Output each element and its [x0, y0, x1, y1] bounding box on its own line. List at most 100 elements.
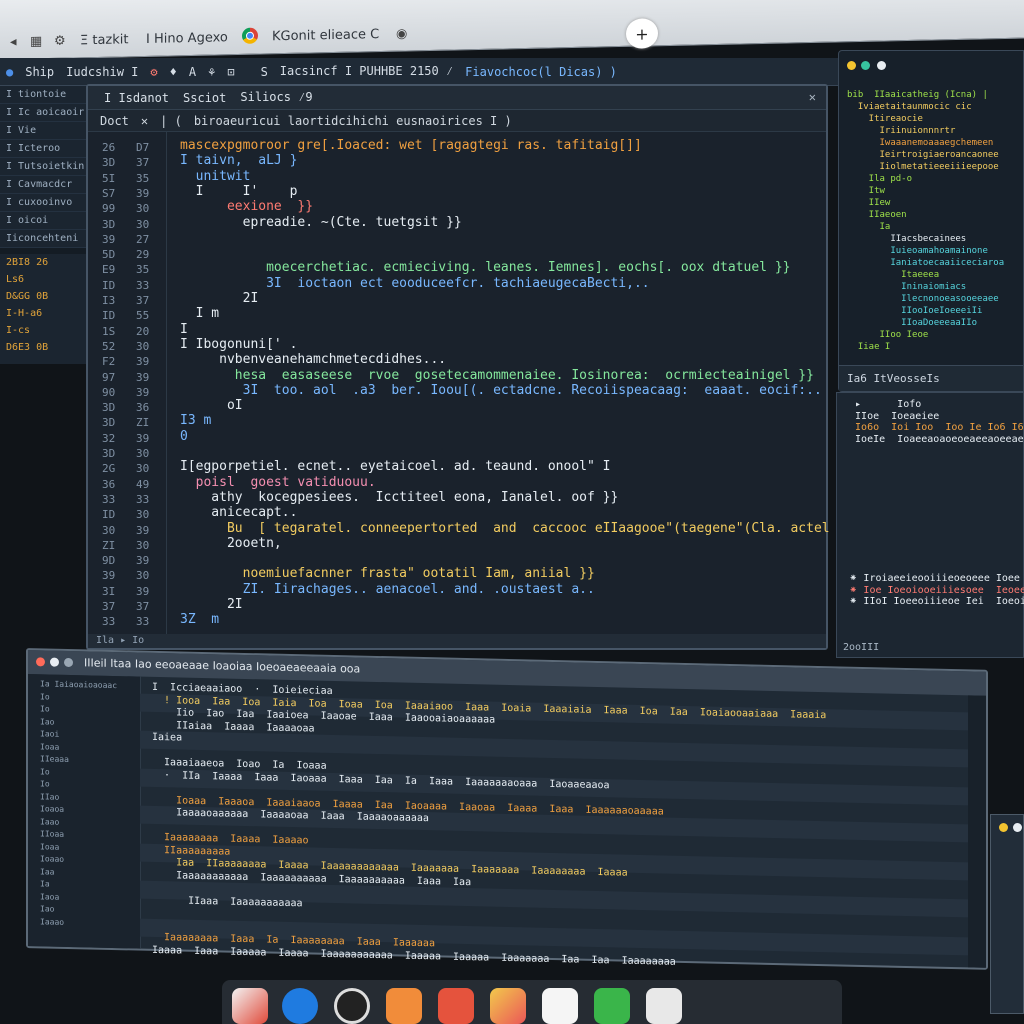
file-tree-item[interactable]: Iiconcehteni: [0, 230, 87, 248]
code-line[interactable]: hesa easaseese rvoe gosetecamommenaiee. …: [180, 368, 814, 384]
toolbar-item-0[interactable]: Ship: [25, 65, 54, 79]
file-tree-item[interactable]: I Icteroo: [0, 140, 87, 158]
terminal-side-item[interactable]: Ia Iaiaoaioaoaac: [40, 678, 117, 692]
code-line[interactable]: mascexpgmoroor gre[.Ioaced: wet [ragagte…: [180, 138, 642, 154]
code-line[interactable]: I: [180, 322, 188, 338]
side-code-line[interactable]: Ininaiomiacs: [847, 281, 966, 293]
file-tree-item[interactable]: I Cavmacdcr: [0, 176, 87, 194]
browser-tab-2[interactable]: I Hino Agexo: [136, 25, 238, 51]
side-code-line[interactable]: Ianiatoecaaiiceciaroa: [847, 257, 1004, 269]
toolbar-item-2[interactable]: ⚙: [150, 65, 157, 79]
new-tab-button[interactable]: +: [626, 18, 658, 49]
minimize-dot-icon[interactable]: [847, 61, 856, 70]
side-code-line[interactable]: Iiae I: [847, 341, 891, 353]
code-area[interactable]: mascexpgmoroor gre[.Ioaced: wet [ragagte…: [166, 132, 853, 634]
browser-tab-3[interactable]: KGonit elieace C: [262, 22, 389, 49]
maximize-dot-icon[interactable]: [861, 61, 870, 70]
folder-app-icon[interactable]: [386, 988, 422, 1024]
appstore-app-icon[interactable]: [282, 988, 318, 1024]
url-seg-2[interactable]: Fiavochcoc(l Dicas) ): [465, 65, 617, 79]
side-code-line[interactable]: IIoo Ieoe: [847, 329, 929, 341]
terminal-side-item[interactable]: Io: [40, 703, 50, 715]
code-line[interactable]: 3I too. aol .a3 ber. Ioou[(. ectadcne. R…: [180, 383, 822, 399]
side-code-line[interactable]: IIew: [847, 197, 891, 209]
side-code-line[interactable]: Iwaaanemoaaaegchemeen: [847, 137, 994, 149]
close-icon[interactable]: ✕: [809, 90, 816, 104]
side-code-line[interactable]: IIacsbecainees: [847, 233, 966, 245]
url-seg-1[interactable]: Iacsincf I PUHHBE 2150 ⁄: [280, 64, 453, 79]
toolbar-item-5[interactable]: ⚘: [208, 65, 215, 79]
side-code-line[interactable]: Ieirtroigiaeroancaonee: [847, 149, 999, 161]
warning-item[interactable]: Ls6: [0, 271, 87, 288]
code-line[interactable]: 2ooetn,: [180, 536, 282, 552]
code-line[interactable]: 2I: [180, 291, 259, 307]
scrollbar[interactable]: [968, 695, 986, 968]
terminal-side-item[interactable]: Ioaa: [40, 741, 59, 753]
side-code-line[interactable]: IIaeoen: [847, 209, 907, 221]
breadcrumb-item[interactable]: biroaeuricui laortidcihichi eusnaoirices…: [194, 114, 512, 128]
side-code-line[interactable]: Iviaetaitaunmocic cic: [847, 101, 972, 113]
terminal-side-item[interactable]: Iaaao: [40, 916, 64, 929]
file-tree-item[interactable]: I oicoi: [0, 212, 87, 230]
close-dot-icon[interactable]: [877, 61, 886, 70]
terminal-side-item[interactable]: IIeaaa: [40, 753, 69, 766]
side-code-area[interactable]: bib IIaaicatheig (Icna) | Iviaetaitaunmo…: [847, 81, 1023, 391]
side-code-line[interactable]: Itw: [847, 185, 885, 197]
code-line[interactable]: unitwit: [180, 169, 251, 185]
slides-app-icon[interactable]: [438, 988, 474, 1024]
file-tree-item[interactable]: I Tutsoietkin: [0, 158, 87, 176]
terminal-side-item[interactable]: IIao: [40, 791, 59, 803]
code-line[interactable]: 3I ioctaon ect eooduceefcr. tachiaeugeca…: [180, 276, 650, 292]
warning-item[interactable]: 2BI8 26: [0, 254, 87, 271]
warning-item[interactable]: I-cs: [0, 322, 87, 339]
code-line[interactable]: Bu [ tegaratel. conneepertorted and cacc…: [180, 521, 853, 537]
side-code-line[interactable]: Ia: [847, 221, 891, 233]
terminal-side-item[interactable]: Iaoa: [40, 891, 59, 903]
code-line[interactable]: I3 m: [180, 413, 211, 429]
terminal-side-item[interactable]: Iaa: [40, 866, 54, 878]
side-code-line[interactable]: Iuieoamahoamainone: [847, 245, 988, 257]
terminal-side-item[interactable]: Io: [40, 766, 50, 778]
terminal-side-item[interactable]: Ioaao: [40, 853, 64, 866]
clock-app-icon[interactable]: [334, 988, 370, 1024]
warning-item[interactable]: D6E3 0B: [0, 339, 87, 356]
code-line[interactable]: I[egporpetiel. ecnet.. eyetaicoel. ad. t…: [180, 459, 610, 475]
browser-tab-1[interactable]: Ξ tazkit: [70, 27, 138, 52]
warning-item[interactable]: D&GG 0B: [0, 288, 87, 305]
code-line[interactable]: 2I: [180, 597, 243, 613]
file-tree-item[interactable]: I tiontoie: [0, 86, 87, 104]
terminal-side-item[interactable]: IIoaa: [40, 828, 64, 841]
code-line[interactable]: I Ibogonuni[' .: [180, 337, 297, 353]
close-dot-icon[interactable]: [36, 657, 45, 667]
code-line[interactable]: poisl goest vatiduouu.: [180, 475, 376, 491]
code-line[interactable]: moecerchetiac. ecmieciving. leanes. Iemn…: [180, 260, 790, 276]
side-code-line[interactable]: Itaeeea: [847, 269, 939, 281]
terminal-output[interactable]: I Icciaeaaiaoo · Ioieieciaa ! Iooa Iaa I…: [140, 677, 968, 968]
window-dot-icon[interactable]: [999, 823, 1008, 832]
terminal-side-item[interactable]: Iao: [40, 903, 54, 915]
minimize-dot-icon[interactable]: [50, 657, 59, 667]
maximize-dot-icon[interactable]: [64, 657, 73, 668]
code-line[interactable]: anicecapt..: [180, 505, 297, 521]
code-line[interactable]: I m: [180, 306, 220, 322]
code-line[interactable]: eexione }}: [180, 199, 313, 215]
side-code-line[interactable]: Itireaocie: [847, 113, 923, 125]
code-line[interactable]: I I' p: [180, 184, 298, 200]
file-tree-item[interactable]: I cuxooinvo: [0, 194, 87, 212]
breadcrumb-item[interactable]: Doct: [100, 114, 129, 128]
editor-tab-1[interactable]: Ssciot: [183, 91, 226, 105]
code-line[interactable]: nvbenveanehamchmetecdidhes...: [180, 352, 446, 368]
toolbar-item-4[interactable]: A: [189, 65, 196, 79]
terminal-side-item[interactable]: Iaao: [40, 816, 59, 828]
editor-tab-0[interactable]: I Isdanot: [104, 91, 169, 105]
file-tree-item[interactable]: I Ic aoicaoir: [0, 104, 87, 122]
notes-app-icon[interactable]: [646, 988, 682, 1024]
side-code-line[interactable]: bib IIaaicatheig (Icna) |: [847, 89, 988, 101]
side-code-line[interactable]: Ila pd-o: [847, 173, 912, 185]
terminal-side-item[interactable]: Ioaoa: [40, 803, 64, 816]
code-line[interactable]: noemiuefacnner frasta" ootatil Iam, anii…: [180, 566, 595, 582]
terminal-side-item[interactable]: Ia: [40, 878, 50, 890]
terminal-side-item[interactable]: Io: [40, 691, 50, 703]
messages-app-icon[interactable]: [594, 988, 630, 1024]
side-code-line[interactable]: IIooIoeIoeeeiIi: [847, 305, 982, 317]
